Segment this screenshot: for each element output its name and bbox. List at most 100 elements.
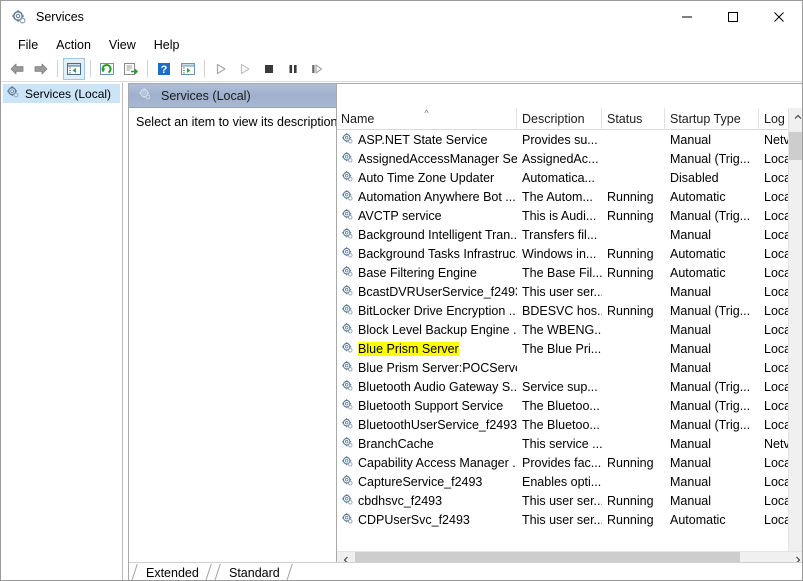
start-service-button[interactable] (210, 58, 232, 80)
table-row[interactable]: Blue Prism Server:POCServer Manual Loca (337, 358, 802, 377)
stop-service-button[interactable] (258, 58, 280, 80)
close-icon[interactable] (756, 1, 802, 33)
table-row[interactable]: Background Intelligent Tran... Transfers … (337, 225, 802, 244)
cell-service-description: Automatica... (522, 170, 595, 185)
export-list-button[interactable] (120, 58, 142, 80)
cell-service-status (602, 396, 665, 415)
service-name-label: Bluetooth Support Service (358, 398, 504, 413)
cell-service-status: Running (607, 265, 654, 280)
vertical-scrollbar[interactable] (788, 108, 802, 568)
services-gear-icon (341, 360, 354, 376)
cell-service-name: Base Filtering Engine (337, 263, 517, 282)
services-gear-icon (11, 9, 27, 25)
menu-file[interactable]: File (9, 35, 47, 55)
cell-service-description: The Blue Pri... (522, 341, 602, 356)
service-name-label: CDPUserSvc_f2493 (358, 512, 470, 527)
column-header-status[interactable]: Status (602, 108, 665, 130)
menu-view[interactable]: View (100, 35, 145, 55)
cell-service-status (602, 434, 665, 453)
table-row[interactable]: BluetoothUserService_f2493 The Bluetoo...… (337, 415, 802, 434)
table-row[interactable]: BitLocker Drive Encryption ... BDESVC hos… (337, 301, 802, 320)
cell-service-name: Bluetooth Support Service (337, 396, 517, 415)
show-hide-console-tree-button[interactable] (63, 57, 85, 80)
window-controls (664, 1, 802, 33)
show-action-pane-button[interactable] (177, 58, 199, 80)
table-row[interactable]: Base Filtering Engine The Base Fil... Runn… (337, 263, 802, 282)
resume-service-button[interactable] (306, 58, 328, 80)
table-row[interactable]: Blue Prism Server The Blue Pri... Manual Lo… (337, 339, 802, 358)
cell-service-status (602, 377, 665, 396)
cell-service-startup-type: Automatic (670, 512, 726, 527)
cell-service-startup-type: Manual (670, 455, 711, 470)
cell-service-startup-type: Manual (Trig... (670, 398, 751, 413)
table-row[interactable]: AVCTP service This is Audi... Running Manua… (337, 206, 802, 225)
cell-service-description: AssignedAc... (522, 151, 599, 166)
refresh-button[interactable] (96, 58, 118, 80)
cell-service-name: AVCTP service (337, 206, 517, 225)
cell-service-name: cbdhsvc_f2493 (337, 491, 517, 510)
table-row[interactable]: Bluetooth Support Service The Bluetoo... M… (337, 396, 802, 415)
column-header-startup-type[interactable]: Startup Type (665, 108, 759, 130)
services-gear-icon (6, 85, 20, 102)
cell-service-name: ASP.NET State Service (337, 130, 517, 149)
tab-standard[interactable]: Standard (217, 564, 290, 580)
service-name-label: cbdhsvc_f2493 (358, 493, 443, 508)
services-gear-icon (341, 170, 354, 186)
table-row[interactable]: AssignedAccessManager Se... AssignedAc...… (337, 149, 802, 168)
services-gear-icon (341, 322, 354, 338)
service-name-label: CaptureService_f2493 (358, 474, 483, 489)
table-row[interactable]: Capability Access Manager ... Provides fa… (337, 453, 802, 472)
help-button[interactable]: ? (153, 58, 175, 80)
table-row[interactable]: Automation Anywhere Bot ... The Autom... R… (337, 187, 802, 206)
table-row[interactable]: CDPUserSvc_f2493 This user ser... Running A… (337, 510, 802, 529)
cell-service-startup-type: Manual (Trig... (670, 417, 751, 432)
back-button[interactable] (6, 58, 28, 80)
restart-service-button[interactable] (234, 58, 256, 80)
toolbar-separator (90, 60, 91, 77)
cell-service-status (602, 415, 665, 434)
menu-action[interactable]: Action (47, 35, 100, 55)
column-header-description[interactable]: Description (517, 108, 602, 130)
table-row[interactable]: Auto Time Zone Updater Automatica... Disab… (337, 168, 802, 187)
services-gear-icon (341, 398, 354, 414)
cell-service-description: This user ser... (522, 493, 602, 508)
cell-service-startup-type: Manual (670, 341, 711, 356)
cell-service-startup-type: Automatic (670, 189, 726, 204)
maximize-icon[interactable] (710, 1, 756, 33)
cell-service-status (602, 149, 665, 168)
chevron-up-icon[interactable] (789, 108, 802, 125)
column-header-name[interactable]: Name ^ (337, 108, 517, 130)
title-bar: Services (1, 1, 802, 33)
cell-service-name: Background Tasks Infrastruc... (337, 244, 517, 263)
pause-service-button[interactable] (282, 58, 304, 80)
cell-service-description: Transfers fil... (522, 227, 598, 242)
table-row[interactable]: CaptureService_f2493 Enables opti... Manua… (337, 472, 802, 491)
cell-service-status (602, 358, 665, 377)
table-row[interactable]: BranchCache This service ... Manual Netv (337, 434, 802, 453)
cell-service-description: The Base Fil... (522, 265, 602, 280)
detail-pane: Services (Local) Select an item to view … (128, 83, 802, 580)
services-gear-icon (341, 189, 354, 205)
table-row[interactable]: Block Level Backup Engine ... The WBENG..… (337, 320, 802, 339)
cell-service-status: Running (607, 493, 654, 508)
table-row[interactable]: cbdhsvc_f2493 This user ser... Running Manu… (337, 491, 802, 510)
vertical-scrollbar-thumb[interactable] (789, 132, 802, 160)
tab-extended[interactable]: Extended (134, 564, 209, 580)
tree-item-services-local[interactable]: Services (Local) (3, 84, 120, 103)
cell-service-status: Running (607, 512, 654, 527)
cell-service-name: Capability Access Manager ... (337, 453, 517, 472)
table-row[interactable]: Bluetooth Audio Gateway S... Service sup.… (337, 377, 802, 396)
services-gear-icon (341, 227, 354, 243)
toolbar-separator (204, 60, 205, 77)
table-row[interactable]: Background Tasks Infrastruc... Windows in… (337, 244, 802, 263)
table-row[interactable]: ASP.NET State Service Provides su... Manua… (337, 130, 802, 149)
table-row[interactable]: BcastDVRUserService_f2493 This user ser..… (337, 282, 802, 301)
cell-service-startup-type: Manual (670, 322, 711, 337)
forward-button[interactable] (30, 58, 52, 80)
cell-service-description: The Bluetoo... (522, 417, 600, 432)
minimize-icon[interactable] (664, 1, 710, 33)
menu-help[interactable]: Help (145, 35, 189, 55)
cell-service-startup-type: Manual (670, 360, 711, 375)
cell-service-name: BranchCache (337, 434, 517, 453)
services-gear-icon (341, 265, 354, 281)
